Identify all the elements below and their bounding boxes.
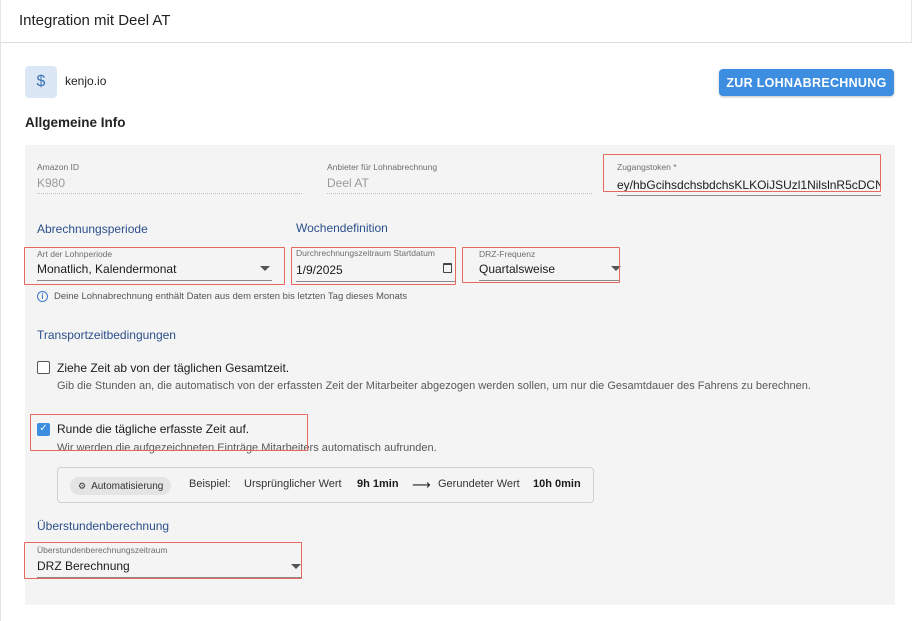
chevron-down-icon[interactable] (611, 266, 621, 271)
rounded-value: 10h 0min (533, 478, 581, 490)
round-time-label: Runde die tägliche erfasste Zeit auf. (57, 422, 250, 436)
round-time-help: Wir werden die aufgezeichneten Einträge … (57, 442, 437, 454)
dollar-icon: $ (25, 66, 57, 98)
arrow-right-icon: ⟶ (412, 477, 431, 492)
rounded-value-label: Gerundeter Wert (438, 478, 520, 490)
automation-icon: ⚙ (78, 480, 87, 491)
payroll-provider-field: Deel AT (327, 176, 369, 190)
original-value-label: Ursprünglicher Wert (244, 478, 342, 490)
payroll-provider-label: Anbieter für Lohnabrechnung (327, 162, 438, 172)
access-token-label: Zugangstoken * (617, 162, 677, 172)
start-date-label: Durchrechnungszeitraum Startdatum (296, 248, 435, 258)
payroll-provider-underline (327, 193, 592, 194)
page-title: Integration mit Deel AT (19, 12, 171, 29)
deduct-time-help: Gib die Stunden an, die automatisch von … (57, 380, 811, 392)
automation-chip-label: Automatisierung (91, 480, 164, 492)
heading-transport: Transportzeitbedingungen (37, 328, 176, 342)
period-type-underline (37, 280, 272, 281)
drz-frequency-select[interactable]: Quartalsweise (479, 262, 599, 276)
period-info: i Deine Lohnabrechnung enthält Daten aus… (37, 291, 407, 302)
amazon-id-label: Amazon ID (37, 162, 80, 172)
chevron-down-icon[interactable] (260, 266, 270, 271)
amazon-id-underline (37, 193, 302, 194)
info-icon: i (37, 291, 48, 302)
access-token-underline (617, 195, 881, 196)
period-type-label: Art der Lohnperiode (37, 249, 113, 259)
rounding-example: ⚙ Automatisierung Beispiel: Ursprünglich… (57, 467, 594, 503)
start-date-underline (296, 281, 455, 282)
settings-panel (25, 145, 895, 605)
amazon-id-field: K980 (37, 176, 66, 190)
divider (0, 43, 1, 621)
calendar-icon[interactable] (443, 263, 452, 273)
period-info-text: Deine Lohnabrechnung enthält Daten aus d… (54, 291, 408, 302)
heading-billing-period: Abrechnungsperiode (37, 222, 148, 236)
deduct-time-label: Ziehe Zeit ab von der täglichen Gesamtze… (57, 361, 290, 375)
overtime-period-underline (37, 577, 301, 578)
section-title-general: Allgemeine Info (25, 115, 126, 130)
drz-frequency-label: DRZ-Frequenz (479, 249, 536, 259)
access-token-input[interactable]: ey/hbGcihsdchsbdchsKLKOiJSUzl1NilslnR5cD… (617, 178, 881, 192)
provider-name: kenjo.io (65, 74, 107, 88)
overtime-period-label: Überstundenberechnungszeitraum (37, 545, 168, 555)
window-titlebar: Integration mit Deel AT (0, 0, 912, 43)
automation-chip: ⚙ Automatisierung (70, 477, 172, 495)
round-time-checkbox[interactable]: ✓ (37, 423, 50, 436)
period-type-select[interactable]: Monatlich, Kalendermonat (37, 262, 257, 276)
start-date-input[interactable]: 1/9/2025 (296, 263, 436, 277)
original-value: 9h 1min (357, 478, 399, 490)
chevron-down-icon[interactable] (291, 564, 301, 569)
heading-week-definition: Wochendefinition (296, 221, 388, 235)
overtime-period-select[interactable]: DRZ Berechnung (37, 559, 277, 573)
drz-frequency-underline (479, 280, 619, 281)
heading-overtime: Überstundenberechnung (37, 519, 170, 533)
go-to-payroll-button[interactable]: ZUR LOHNABRECHNUNG (719, 69, 894, 96)
deduct-time-checkbox[interactable] (37, 361, 50, 374)
example-label: Beispiel: (189, 478, 231, 490)
